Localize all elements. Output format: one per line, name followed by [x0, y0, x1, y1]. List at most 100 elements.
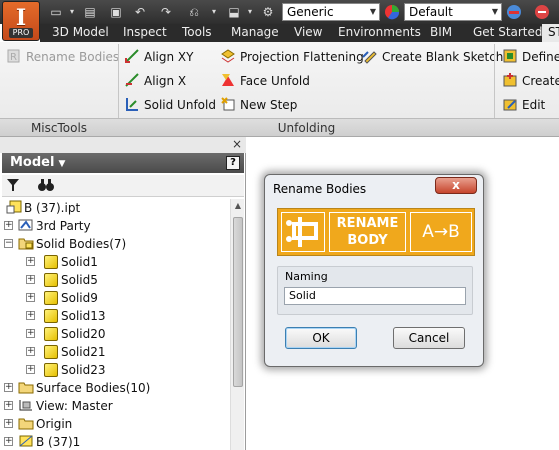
tab-inspect[interactable]: Inspect [117, 24, 173, 42]
expand-plus-icon[interactable]: + [26, 347, 35, 356]
tree-item-solid-bodies[interactable]: − Solid Bodies(7) [4, 235, 126, 253]
solid-body-icon [44, 273, 58, 287]
tab-3d-model[interactable]: 3D Model [46, 24, 115, 42]
tree-item-solid[interactable]: + Solid1 [26, 253, 98, 271]
part-body-icon [18, 434, 34, 448]
solid-unfold-button[interactable]: Solid Unfold [124, 96, 216, 114]
tab-manage[interactable]: Manage [225, 24, 285, 42]
solid-body-icon [44, 345, 58, 359]
cancel-button[interactable]: Cancel [393, 327, 465, 349]
tree-label: Solid13 [61, 309, 106, 323]
expand-plus-icon[interactable]: + [26, 293, 35, 302]
dialog-close-button[interactable]: x [435, 177, 477, 194]
tree-item-surface-bodies[interactable]: + Surface Bodies(10) [4, 379, 150, 397]
tree-label: Origin [36, 417, 73, 431]
solid-body-icon [44, 291, 58, 305]
dropdown-arrow-icon[interactable]: ▾ [206, 4, 222, 20]
tree-label: Solid23 [61, 363, 106, 377]
appearance-select[interactable]: Default ▼ [404, 3, 502, 21]
create-label: Create [522, 74, 559, 88]
rename-bodies-icon: R [6, 48, 22, 64]
appearance-clear-icon[interactable] [506, 4, 522, 20]
collapse-minus-icon[interactable]: − [4, 239, 13, 248]
undo-icon[interactable]: ↶ [132, 4, 148, 20]
tab-view[interactable]: View [288, 24, 328, 42]
new-step-button[interactable]: New Step [220, 96, 297, 114]
tab-tools[interactable]: Tools [176, 24, 218, 42]
new-step-icon [220, 96, 236, 112]
tab-environments[interactable]: Environments [332, 24, 427, 42]
redo-icon[interactable]: ↷ [158, 4, 174, 20]
dropdown-arrow-icon[interactable]: ▾ [242, 4, 258, 20]
tree-item-solid[interactable]: + Solid5 [26, 271, 98, 289]
projection-flattening-button[interactable]: Projection Flattening [220, 48, 364, 66]
tree-item-solid[interactable]: + Solid9 [26, 289, 98, 307]
expand-plus-icon[interactable]: + [4, 437, 13, 446]
align-x-button[interactable]: Align X [124, 72, 186, 90]
save-icon[interactable]: ▣ [108, 4, 124, 20]
tree-item-origin[interactable]: + Origin [4, 415, 72, 433]
view-rep-icon [18, 398, 34, 412]
tree-item-solid[interactable]: + Solid13 [26, 307, 106, 325]
tree-item-part-root[interactable]: B (37).ipt [6, 199, 80, 217]
dropdown-arrow-icon[interactable]: ▾ [64, 4, 80, 20]
tree-label: Surface Bodies(10) [36, 381, 151, 395]
create-blank-sketch-label: Create Blank Sketch [382, 50, 504, 64]
close-browser-icon[interactable]: × [232, 137, 242, 152]
plugin-logo-icon [281, 212, 325, 252]
tree-item-3rd-party[interactable]: + 3rd Party [4, 217, 91, 235]
open-folder-icon[interactable]: ▤ [82, 4, 98, 20]
help-icon[interactable]: ? [226, 156, 240, 170]
expand-plus-icon[interactable]: + [26, 365, 35, 374]
edit-button[interactable]: Edit [502, 96, 545, 114]
chevron-down-icon: ▼ [491, 7, 499, 16]
tree-item-solid[interactable]: + Solid20 [26, 325, 106, 343]
tree-item-solid[interactable]: + Solid23 [26, 361, 106, 379]
projection-flattening-label: Projection Flattening [240, 50, 364, 64]
define-button[interactable]: Define [502, 48, 559, 66]
app-logo[interactable]: I PRO [2, 1, 40, 41]
adjust-icon[interactable] [534, 4, 550, 20]
tab-get-started[interactable]: Get Started [467, 24, 549, 42]
naming-input[interactable]: Solid [284, 287, 466, 305]
new-file-icon[interactable]: ▭ [48, 4, 64, 20]
chevron-down-icon: ▼ [369, 7, 377, 16]
create-blank-sketch-button[interactable]: Create Blank Sketch [362, 48, 503, 66]
expand-plus-icon[interactable]: + [26, 257, 35, 266]
tab-bim[interactable]: BIM [424, 24, 458, 42]
expand-plus-icon[interactable]: + [4, 401, 13, 410]
ok-button[interactable]: OK [285, 327, 357, 349]
tree-item-view-master[interactable]: + View: Master [4, 397, 113, 415]
chevron-down-icon: ▼ [58, 159, 66, 169]
filter-icon[interactable] [6, 178, 20, 195]
align-xy-button[interactable]: Align XY [124, 48, 193, 66]
scrollbar-thumb[interactable] [233, 217, 243, 387]
settings-gear-icon[interactable]: ⚙ [260, 4, 276, 20]
expand-plus-icon[interactable]: + [4, 383, 13, 392]
expand-plus-icon[interactable]: + [26, 275, 35, 284]
tree-label: Solid20 [61, 327, 106, 341]
create-button[interactable]: Create [502, 72, 559, 90]
expand-plus-icon[interactable]: + [4, 419, 13, 428]
return-icon[interactable]: ⎌ [186, 4, 202, 20]
browser-scrollbar[interactable]: ▲ [230, 199, 244, 450]
scroll-up-icon[interactable]: ▲ [231, 199, 245, 213]
tab-st[interactable]: ST [542, 24, 559, 42]
material-select[interactable]: Generic ▼ [282, 3, 380, 21]
rename-body-banner: RENAME BODY A→B [277, 208, 475, 256]
expand-plus-icon[interactable]: + [26, 311, 35, 320]
svg-text:R: R [10, 52, 17, 63]
tree-item-body[interactable]: + B (37)1 [4, 433, 80, 450]
misc-tools-panel-title: MiscTools [30, 121, 88, 135]
expand-plus-icon[interactable]: + [4, 221, 13, 230]
pencil-sketch-icon [362, 48, 378, 64]
binoculars-find-icon[interactable] [38, 178, 54, 195]
face-unfold-button[interactable]: Face Unfold [220, 72, 310, 90]
expand-plus-icon[interactable]: + [26, 329, 35, 338]
tree-item-solid[interactable]: + Solid21 [26, 343, 106, 361]
tree-label: B (37)1 [36, 435, 81, 449]
update-icon[interactable]: ⬓ [226, 4, 242, 20]
rename-bodies-ribbon-button[interactable]: R Rename Bodies [6, 48, 119, 66]
rename-bodies-label: Rename Bodies [26, 50, 120, 64]
model-browser-header[interactable]: Model ▼ ? [2, 153, 244, 173]
